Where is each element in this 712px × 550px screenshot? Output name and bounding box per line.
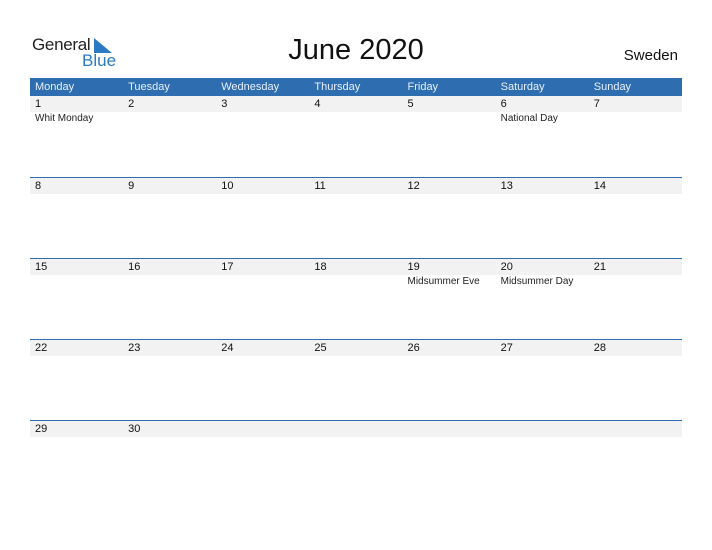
day-cell: 29 xyxy=(30,421,123,437)
day-cell: 20 Midsummer Day xyxy=(496,259,589,288)
weekday-monday: Monday xyxy=(35,81,75,93)
day-cell: 25 xyxy=(309,340,402,356)
day-number: 15 xyxy=(35,261,48,273)
day-cell: 27 xyxy=(496,340,589,356)
weeks-container: 1 Whit Monday 2 3 4 5 6 National Day 7 8 9 10 11 12 13… xyxy=(30,96,682,501)
day-cell: 12 xyxy=(403,178,496,194)
day-cell xyxy=(216,421,309,437)
day-cell: 18 xyxy=(309,259,402,288)
day-cell: 7 xyxy=(589,96,682,125)
day-cell: 15 xyxy=(30,259,123,288)
day-number: 21 xyxy=(593,261,606,273)
day-cell: 24 xyxy=(216,340,309,356)
day-number: 26 xyxy=(407,342,420,354)
day-number: 12 xyxy=(407,180,420,192)
day-number: 19 xyxy=(407,261,420,273)
day-number: 2 xyxy=(128,98,135,110)
day-cell xyxy=(496,421,589,437)
day-number: 14 xyxy=(593,180,606,192)
day-number: 23 xyxy=(128,342,141,354)
day-number: 17 xyxy=(221,261,234,273)
day-number: 5 xyxy=(407,98,414,110)
day-number: 29 xyxy=(35,423,48,435)
day-cell: 28 xyxy=(589,340,682,356)
weekday-header: Monday Tuesday Wednesday Thursday Friday… xyxy=(30,78,682,96)
day-number: 25 xyxy=(314,342,327,354)
day-number: 9 xyxy=(128,180,135,192)
weekday-saturday: Saturday xyxy=(500,81,545,93)
holiday-label: National Day xyxy=(500,113,558,124)
day-cell: 4 xyxy=(309,96,402,125)
day-cell: 6 National Day xyxy=(496,96,589,125)
week-row: 1 Whit Monday 2 3 4 5 6 National Day 7 xyxy=(30,96,682,177)
day-cell: 23 xyxy=(123,340,216,356)
day-cell xyxy=(589,421,682,437)
day-cell: 19 Midsummer Eve xyxy=(403,259,496,288)
day-number: 11 xyxy=(314,180,326,192)
day-number: 18 xyxy=(314,261,327,273)
weekday-tuesday: Tuesday xyxy=(128,81,170,93)
day-number: 3 xyxy=(221,98,228,110)
day-number xyxy=(221,421,309,437)
day-number: 28 xyxy=(593,342,606,354)
day-number: 13 xyxy=(500,180,513,192)
holiday-label: Whit Monday xyxy=(35,113,94,124)
day-cell: 30 xyxy=(123,421,216,437)
day-cell xyxy=(403,421,496,437)
day-cell: 17 xyxy=(216,259,309,288)
day-number: 1 xyxy=(35,98,42,110)
holiday-label: Midsummer Eve xyxy=(407,276,480,287)
day-cell: 22 xyxy=(30,340,123,356)
country-label: Sweden xyxy=(623,47,678,64)
day-number: 24 xyxy=(221,342,234,354)
day-number: 30 xyxy=(128,423,141,435)
week-row: 22 23 24 25 26 27 28 xyxy=(30,339,682,420)
day-number: 22 xyxy=(35,342,48,354)
day-number: 10 xyxy=(221,180,234,192)
day-number xyxy=(594,421,682,437)
day-number: 16 xyxy=(128,261,141,273)
day-cell: 1 Whit Monday xyxy=(30,96,123,125)
page-title: June 2020 xyxy=(288,34,424,66)
day-cell: 14 xyxy=(589,178,682,194)
holiday-label: Midsummer Day xyxy=(500,276,574,287)
day-cell: 9 xyxy=(123,178,216,194)
day-number xyxy=(408,421,496,437)
weekday-sunday: Sunday xyxy=(593,81,632,93)
day-cell: 8 xyxy=(30,178,123,194)
day-number: 7 xyxy=(593,98,600,110)
day-cell: 16 xyxy=(123,259,216,288)
day-number: 20 xyxy=(500,261,513,273)
day-cell: 21 xyxy=(589,259,682,288)
day-number xyxy=(314,421,402,437)
weekday-friday: Friday xyxy=(407,81,439,93)
day-cell: 3 xyxy=(216,96,309,125)
week-row: 15 16 17 18 19 Midsummer Eve 20 Midsummer Day 21 xyxy=(30,258,682,339)
day-cell: 11 xyxy=(309,178,402,194)
day-cell: 5 xyxy=(403,96,496,125)
week-row: 29 30 xyxy=(30,420,682,501)
weekday-wednesday: Wednesday xyxy=(221,81,280,93)
day-cell xyxy=(309,421,402,437)
calendar: Monday Tuesday Wednesday Thursday Friday… xyxy=(30,78,682,501)
day-cell: 2 xyxy=(123,96,216,125)
day-number: 4 xyxy=(314,98,321,110)
day-cell: 10 xyxy=(216,178,309,194)
day-number xyxy=(501,421,589,437)
day-number: 27 xyxy=(500,342,513,354)
weekday-thursday: Thursday xyxy=(314,81,361,93)
day-cell: 13 xyxy=(496,178,589,194)
day-number: 8 xyxy=(35,180,42,192)
day-cell: 26 xyxy=(403,340,496,356)
day-number: 6 xyxy=(500,98,507,110)
week-row: 8 9 10 11 12 13 14 xyxy=(30,177,682,258)
